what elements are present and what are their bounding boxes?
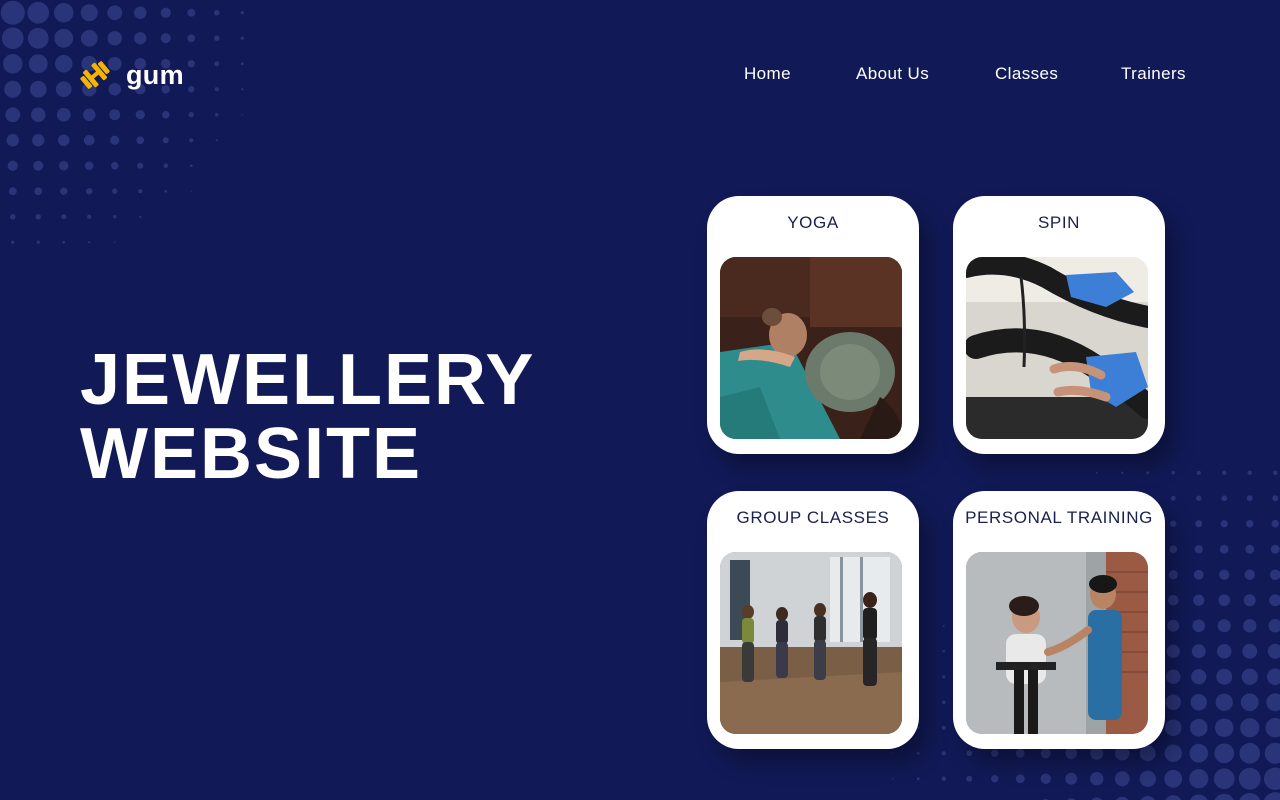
- class-card-title: GROUP CLASSES: [736, 508, 890, 527]
- class-card-title: PERSONAL TRAINING: [965, 508, 1153, 527]
- nav-about-us[interactable]: About Us: [856, 64, 929, 84]
- class-card-yoga[interactable]: YOGA: [707, 196, 919, 454]
- group-classes-photo: [720, 552, 902, 734]
- nav-trainers[interactable]: Trainers: [1121, 64, 1186, 84]
- class-card-title: YOGA: [787, 213, 839, 232]
- nav-classes[interactable]: Classes: [995, 64, 1058, 84]
- hero-title-line-1: JEWELLERY: [80, 340, 536, 420]
- personal-training-photo: [966, 552, 1148, 734]
- hero-title: JEWELLERY WEBSITE: [80, 343, 535, 491]
- main-nav: Home About Us Classes Trainers: [0, 64, 1280, 88]
- decorative-dots-top-left: [0, 0, 244, 244]
- class-card-spin[interactable]: SPIN: [953, 196, 1165, 454]
- class-card-group-classes[interactable]: GROUP CLASSES: [707, 491, 919, 749]
- nav-home[interactable]: Home: [744, 64, 791, 84]
- class-card-title: SPIN: [1037, 213, 1081, 232]
- spin-photo: [966, 257, 1148, 439]
- class-card-personal-training[interactable]: PERSONAL TRAINING: [953, 491, 1165, 749]
- yoga-photo: [720, 257, 902, 439]
- hero-title-line-2: WEBSITE: [80, 414, 423, 494]
